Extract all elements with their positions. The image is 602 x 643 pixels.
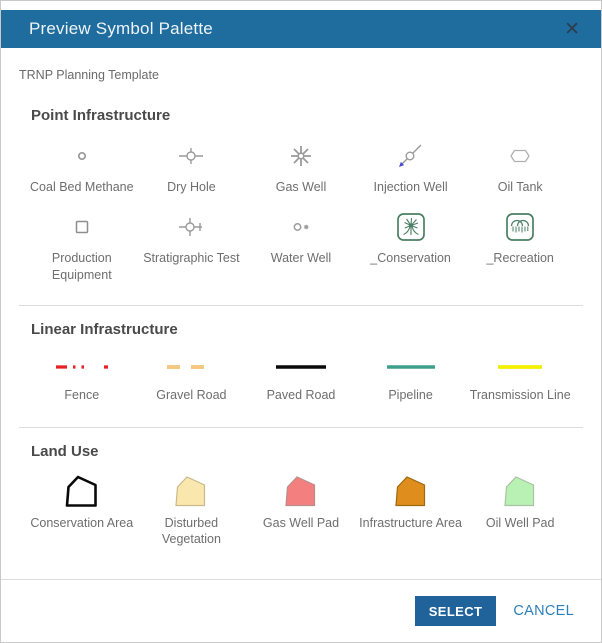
symbol-item: Pipeline [356,352,466,404]
symbol-item: Fence [27,352,137,404]
gas-well-icon [284,138,318,174]
symbol-item: _Conservation [356,209,466,284]
line-symbol-grid: Fence Gravel Road Paved Road [1,338,601,404]
symbol-item: Gravel Road [137,352,247,404]
paved-road-line-icon [269,352,333,382]
transmission-line-icon [488,352,552,382]
symbol-label: _Recreation [486,250,553,267]
infrastructure-area-polygon-icon [393,474,429,510]
symbol-label: Stratigraphic Test [143,250,239,267]
conservation-point-icon [394,209,428,245]
symbol-label: Dry Hole [167,179,216,196]
symbol-label: Disturbed Vegetation [139,515,243,549]
cancel-button[interactable]: CANCEL [513,603,574,619]
fence-line-icon [50,352,114,382]
section-divider [19,427,583,428]
symbol-item: Disturbed Vegetation [137,474,247,549]
polygon-symbol-grid: Conservation Area Disturbed Vegetation G… [1,460,601,549]
close-icon[interactable]: ✕ [560,18,584,41]
section-divider [19,305,583,306]
disturbed-vegetation-polygon-icon [173,474,209,510]
symbol-item: Oil Well Pad [465,474,575,549]
symbol-item: _Recreation [465,209,575,284]
symbol-item: Conservation Area [27,474,137,549]
symbol-item: Gas Well [246,138,356,196]
symbol-label: Paved Road [267,387,336,404]
symbol-item: Oil Tank [465,138,575,196]
symbol-label: Oil Tank [498,179,543,196]
section-heading-land-use: Land Use [31,443,571,460]
symbol-label: Production Equipment [30,250,134,284]
gas-well-pad-polygon-icon [283,474,319,510]
gravel-road-line-icon [159,352,223,382]
symbol-item: Injection Well [356,138,466,196]
symbol-item: Coal Bed Methane [27,138,137,196]
oil-well-pad-polygon-icon [502,474,538,510]
symbol-label: Injection Well [374,179,448,196]
injection-well-icon [394,138,428,174]
production-equipment-icon [65,209,99,245]
symbol-label: Water Well [271,250,331,267]
conservation-area-polygon-icon [64,474,100,510]
preview-symbol-palette-dialog: Preview Symbol Palette ✕ TRNP Planning T… [1,1,601,642]
symbol-label: Transmission Line [470,387,571,404]
section-heading-linear-infrastructure: Linear Infrastructure [31,321,571,338]
symbol-item: Transmission Line [465,352,575,404]
template-name: TRNP Planning Template [19,68,583,82]
symbol-label: Fence [64,387,99,404]
symbol-item: Dry Hole [137,138,247,196]
symbol-label: _Conservation [370,250,451,267]
stratigraphic-test-icon [174,209,208,245]
coal-bed-methane-icon [65,138,99,174]
symbol-label: Gas Well Pad [263,515,339,532]
dialog-footer: SELECT CANCEL [1,579,601,642]
select-button[interactable]: SELECT [415,596,497,626]
symbol-label: Oil Well Pad [486,515,555,532]
dialog-header: Preview Symbol Palette ✕ [1,10,601,48]
water-well-icon [284,209,318,245]
symbol-item: Gas Well Pad [246,474,356,549]
symbol-label: Coal Bed Methane [30,179,134,196]
dry-hole-icon [174,138,208,174]
symbol-label: Conservation Area [30,515,133,532]
section-heading-point-infrastructure: Point Infrastructure [31,107,571,124]
dialog-title: Preview Symbol Palette [29,19,213,39]
pipeline-line-icon [379,352,443,382]
symbol-item: Water Well [246,209,356,284]
symbol-label: Gravel Road [156,387,226,404]
symbol-item: Stratigraphic Test [137,209,247,284]
symbol-label: Gas Well [276,179,326,196]
symbol-label: Infrastructure Area [359,515,462,532]
oil-tank-icon [503,138,537,174]
symbol-item: Production Equipment [27,209,137,284]
point-symbol-grid: Coal Bed Methane Dry Hole Gas Well [1,124,601,284]
symbol-label: Pipeline [388,387,432,404]
recreation-point-icon [503,209,537,245]
symbol-item: Paved Road [246,352,356,404]
symbol-item: Infrastructure Area [356,474,466,549]
